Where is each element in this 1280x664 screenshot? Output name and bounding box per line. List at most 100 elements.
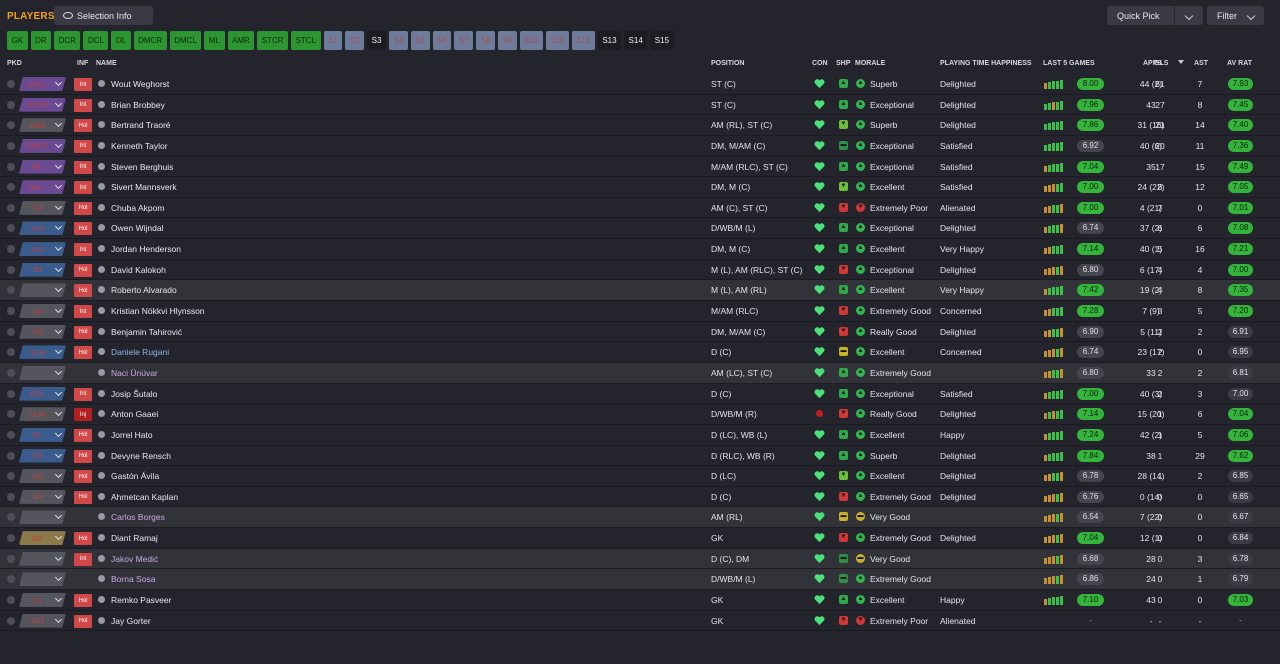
table-row[interactable]: - Carlos Borges AM (RL) ▬ ▬ Very Good 6.54 7 (2… xyxy=(0,507,1280,529)
pkd-dropdown[interactable]: DMCL xyxy=(19,138,66,153)
position-button-s4[interactable]: S4 xyxy=(388,31,408,50)
table-row[interactable]: DCL Int Josip Šutalo D (C) ▲ ▲ Exceptional Sati… xyxy=(0,384,1280,405)
pick-status-icon[interactable] xyxy=(7,224,15,233)
pick-status-icon[interactable] xyxy=(7,203,15,212)
table-row[interactable]: GK Hol Diant Ramaj GK ▼ ▲ Extremely Good Deligh… xyxy=(0,528,1280,549)
position-button-s1[interactable]: S1 xyxy=(323,31,343,50)
position-button-s10[interactable]: S10 xyxy=(519,31,543,50)
player-name[interactable]: Roberto Alvarado xyxy=(111,285,177,295)
player-name[interactable]: Devyne Rensch xyxy=(111,451,171,461)
table-row[interactable]: S3 Hol Ahmetcan Kaplan D (C) ▼ ▲ Extremely Goo… xyxy=(0,487,1280,508)
pkd-dropdown[interactable]: DCL xyxy=(19,386,66,401)
position-button-dcl[interactable]: DCL xyxy=(83,31,109,50)
pick-status-icon[interactable] xyxy=(7,534,15,543)
table-row[interactable]: S8 Hol Gastón Ávila D (LC) ▼ ▲ Excellent Deligh… xyxy=(0,466,1280,487)
position-button-s3[interactable]: S3 xyxy=(367,31,386,50)
pick-status-icon[interactable] xyxy=(7,286,15,295)
pkd-dropdown[interactable]: STCL xyxy=(19,77,66,91)
position-button-dr[interactable]: DR xyxy=(30,31,52,50)
pick-status-icon[interactable] xyxy=(7,80,15,88)
pick-status-icon[interactable] xyxy=(7,368,15,377)
pkd-dropdown[interactable]: - xyxy=(19,510,66,525)
player-name[interactable]: Jay Gorter xyxy=(111,616,151,626)
pkd-dropdown[interactable]: ML xyxy=(19,159,66,174)
col-position[interactable]: POSITION xyxy=(711,60,744,67)
filter-button[interactable]: Filter xyxy=(1207,6,1264,25)
position-button-stcr[interactable]: STCR xyxy=(257,31,289,50)
player-name[interactable]: Brian Brobbey xyxy=(111,100,165,110)
position-button-s5[interactable]: S5 xyxy=(410,31,430,50)
position-button-s13[interactable]: S13 xyxy=(597,31,622,50)
table-row[interactable]: DR Hol Devyne Rensch D (RLC), WB (R) ▲ ▲ Super… xyxy=(0,446,1280,467)
player-name[interactable]: Kristian Nökkvi Hlynsson xyxy=(111,306,205,316)
table-row[interactable]: DL Hol Jorrel Hato D (LC), WB (L) ▲ ▲ Excellen… xyxy=(0,425,1280,446)
pick-status-icon[interactable] xyxy=(7,183,15,192)
player-name[interactable]: Jordan Henderson xyxy=(111,244,181,254)
pkd-dropdown[interactable]: SUB xyxy=(19,407,66,422)
position-button-s2[interactable]: S2 xyxy=(345,31,365,50)
pkd-dropdown[interactable]: STCR xyxy=(19,97,66,112)
pkd-dropdown[interactable]: AMR xyxy=(19,118,66,133)
position-button-s14[interactable]: S14 xyxy=(624,31,648,50)
selection-info-button[interactable]: Selection Info xyxy=(54,6,153,25)
col-con[interactable]: CON xyxy=(812,60,828,67)
position-button-gk[interactable]: GK xyxy=(7,31,28,50)
position-button-ml[interactable]: ML xyxy=(204,31,225,50)
pkd-dropdown[interactable]: S10 xyxy=(19,221,66,236)
pick-status-icon[interactable] xyxy=(7,245,15,254)
table-row[interactable]: S4 Hol Chuba Akpom AM (C), ST (C) ▼ ▼ Extremel… xyxy=(0,198,1280,219)
pkd-dropdown[interactable]: S9 xyxy=(19,324,66,339)
pkd-dropdown[interactable]: S13 xyxy=(19,613,66,628)
position-button-s12[interactable]: S12 xyxy=(571,31,595,50)
position-button-stcl[interactable]: STCL xyxy=(291,31,321,50)
player-name[interactable]: Bertrand Traoré xyxy=(111,120,171,130)
position-button-dcr[interactable]: DCR xyxy=(54,31,81,50)
pick-status-icon[interactable] xyxy=(7,554,15,563)
player-name[interactable]: Jakov Medić xyxy=(111,554,158,564)
player-name[interactable]: David Kalokoh xyxy=(111,265,166,275)
pick-status-icon[interactable] xyxy=(7,389,15,398)
table-row[interactable]: S9 Hol Benjamin Tahirović DM, M/AM (C) ▼ ▲ Rea… xyxy=(0,322,1280,343)
player-name[interactable]: Anton Gaaei xyxy=(111,409,158,419)
pkd-dropdown[interactable]: S1 xyxy=(19,593,66,608)
col-ast[interactable]: AST xyxy=(1194,60,1208,67)
table-row[interactable]: DMCL Int Kenneth Taylor DM, M/AM (C) ▬ ▲ Excep… xyxy=(0,136,1280,157)
table-row[interactable]: AMR Hol Bertrand Traoré AM (RL), ST (C) ▼ ▲ Su… xyxy=(0,115,1280,136)
col-name[interactable]: NAME xyxy=(96,60,117,67)
pkd-dropdown[interactable]: DL xyxy=(19,427,66,442)
table-row[interactable]: S12 Int Jordan Henderson DM, M (C) ▲ ▲ Excelle… xyxy=(0,239,1280,260)
table-row[interactable]: - Borna Sosa D/WB/M (L) ▬ ▲ Extremely Good 6.8… xyxy=(0,569,1280,591)
player-name[interactable]: Kenneth Taylor xyxy=(111,141,168,151)
position-button-dmcr[interactable]: DMCR xyxy=(133,31,167,50)
player-name[interactable]: Borna Sosa xyxy=(111,574,155,584)
pkd-dropdown[interactable]: S6 xyxy=(19,304,66,319)
player-name[interactable]: Carlos Borges xyxy=(111,512,165,522)
col-pkd[interactable]: PKD xyxy=(7,60,22,67)
pick-status-icon[interactable] xyxy=(7,410,15,419)
pick-status-icon[interactable] xyxy=(7,141,15,150)
pkd-dropdown[interactable]: DR xyxy=(19,448,66,463)
pkd-dropdown[interactable]: S8 xyxy=(19,469,66,484)
player-name[interactable]: Ahmetcan Kaplan xyxy=(111,492,178,502)
pick-status-icon[interactable] xyxy=(7,100,15,109)
player-name[interactable]: Remko Pasveer xyxy=(111,595,171,605)
table-row[interactable]: S10 Hol Owen Wijndal D/WB/M (L) ▲ ▲ Exceptiona… xyxy=(0,218,1280,240)
player-name[interactable]: Naci Ünüvar xyxy=(111,368,158,378)
chevron-down-icon[interactable] xyxy=(1175,11,1203,21)
player-name[interactable]: Steven Berghuis xyxy=(111,162,173,172)
col-inf[interactable]: INF xyxy=(77,60,88,67)
pkd-dropdown[interactable]: S4 xyxy=(19,200,66,215)
pick-status-icon[interactable] xyxy=(7,307,15,316)
player-name[interactable]: Diant Ramaj xyxy=(111,533,158,543)
table-row[interactable]: S6 Int Kristian Nökkvi Hlynsson M/AM (RLC) ▼… xyxy=(0,301,1280,322)
pick-status-icon[interactable] xyxy=(7,121,15,130)
player-name[interactable]: Daniele Rugani xyxy=(111,347,169,357)
position-button-dmcl[interactable]: DMCL xyxy=(169,31,202,50)
pkd-dropdown[interactable]: - xyxy=(19,365,66,380)
col-last5[interactable]: LAST 5 GAMES xyxy=(1043,60,1095,67)
position-button-s11[interactable]: S11 xyxy=(545,31,569,50)
col-shp[interactable]: SHP xyxy=(836,60,850,67)
table-row[interactable]: ML Int Steven Berghuis M/AM (RLC), ST (C) ▲ ▲… xyxy=(0,157,1280,178)
player-name[interactable]: Chuba Akpom xyxy=(111,203,164,213)
pkd-dropdown[interactable]: - xyxy=(19,551,66,566)
